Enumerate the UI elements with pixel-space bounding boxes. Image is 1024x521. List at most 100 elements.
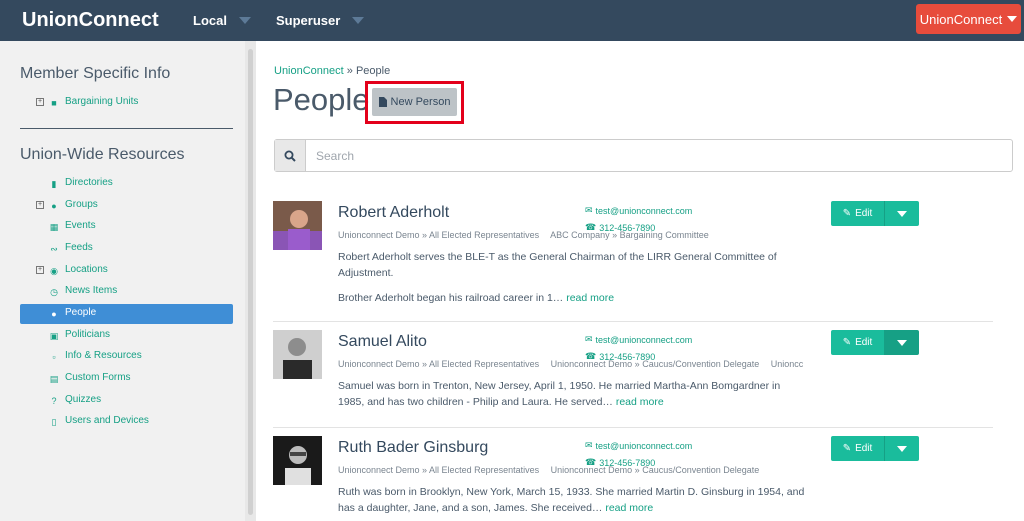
brand-logo[interactable]: UnionConnect [22,9,159,32]
edit-button[interactable]: ✎ Edit [831,436,884,461]
sidebar-item-locations[interactable]: + ◉ Locations [20,261,233,281]
person-name[interactable]: Samuel Alito [338,333,427,351]
email-text: test@unionconnect.com [595,440,693,451]
person-divider [273,321,993,322]
description-text: Ruth was born in Brooklyn, New York, Mar… [338,486,805,514]
sidebar-item-label: News Items [65,285,118,296]
sidebar-item-info-resources[interactable]: ▫ Info & Resources [20,347,233,367]
sidebar-item-directories[interactable]: ▮ Directories [20,174,233,194]
nav-local-dropdown[interactable]: Local [193,13,251,28]
sidebar-item-events[interactable]: ▦ Events [20,217,233,237]
person-email[interactable]: ✉ test@unionconnect.com [585,440,692,451]
person-card: Ruth Bader Ginsburg Unionconnect Demo » … [273,436,993,521]
group-tag[interactable]: Unionconnect Demo » All Elected Represen… [338,359,539,369]
read-more-link[interactable]: read more [566,292,614,304]
sidebar-scrollbar-thumb[interactable] [248,49,253,515]
description-text: Brother Aderholt began his railroad care… [338,292,564,304]
expand-icon[interactable]: + [36,98,44,106]
person-email[interactable]: ✉ test@unionconnect.com [585,334,692,345]
rss-icon: ∾ [50,244,58,254]
sidebar-item-label: Quizzes [65,394,102,405]
group-tag[interactable]: Unioncc [771,359,804,369]
group-tag[interactable]: Unionconnect Demo » All Elected Represen… [338,230,539,240]
chevron-down-icon [352,17,365,24]
person-divider [273,427,993,428]
sidebar-item-custom-forms[interactable]: ▤ Custom Forms [20,369,233,389]
person-phone[interactable]: ☎ 312-456-7890 [585,222,655,233]
sidebar-item-people[interactable]: ● People [20,304,233,324]
avatar[interactable] [273,330,322,379]
phone-text: 312-456-7890 [599,222,656,233]
sidebar-item-groups[interactable]: + ● Groups [20,196,233,216]
person-card: Samuel Alito Unionconnect Demo » All Ele… [273,330,993,420]
breadcrumb-current: People [355,65,391,77]
sidebar-heading-member-info: Member Specific Info [20,65,171,82]
nav-local-label: Local [193,13,227,28]
edit-icon: ✎ [842,337,852,348]
email-text: test@unionconnect.com [595,205,693,216]
phone-text: 312-456-7890 [599,457,656,468]
expand-icon[interactable]: + [36,201,44,209]
avatar[interactable] [273,201,322,250]
person-description-more: Brother Aderholt began his railroad care… [338,290,808,306]
person-card: Robert Aderholt Unionconnect Demo » All … [273,201,993,316]
phone-icon: ☎ [585,222,597,232]
breadcrumb-separator: » [346,65,353,77]
page-title: People [273,82,370,117]
envelope-icon: ✉ [585,334,593,344]
envelope-icon: ✉ [585,205,593,215]
person-name[interactable]: Ruth Bader Ginsburg [338,439,488,457]
chevron-down-icon [897,445,907,452]
sidebar-item-label: Bargaining Units [65,96,139,107]
person-groups: Unionconnect Demo » All Elected Represen… [338,359,808,369]
unionconnect-menu-button[interactable]: UnionConnect [916,4,1021,34]
person-email[interactable]: ✉ test@unionconnect.com [585,205,692,216]
sidebar-item-bargaining-units[interactable]: + ■ Bargaining Units [20,93,233,113]
sidebar-item-feeds[interactable]: ∾ Feeds [20,239,233,259]
unionconnect-menu-label: UnionConnect [919,11,1003,27]
edit-button[interactable]: ✎ Edit [831,201,884,226]
breadcrumb-link-home[interactable]: UnionConnect [274,65,344,77]
actions-dropdown-button[interactable] [884,330,919,355]
avatar[interactable] [273,436,322,485]
person-phone[interactable]: ☎ 312-456-7890 [585,351,655,362]
nav-superuser-dropdown[interactable]: Superuser [276,13,365,28]
edit-button[interactable]: ✎ Edit [831,330,884,355]
search-button[interactable] [275,140,306,171]
question-icon: ? [51,396,57,406]
phone-icon: ☎ [585,351,597,361]
tablet-icon: ▯ [51,417,57,427]
read-more-link[interactable]: read more [616,396,664,408]
expand-icon[interactable]: + [36,266,44,274]
sidebar-item-users-devices[interactable]: ▯ Users and Devices [20,412,233,432]
person-phone[interactable]: ☎ 312-456-7890 [585,457,655,468]
new-person-button[interactable]: New Person [372,88,457,116]
person-name[interactable]: Robert Aderholt [338,204,449,222]
nav-superuser-label: Superuser [276,13,341,28]
sidebar-item-label: Feeds [65,242,93,253]
sidebar-item-label: Groups [65,199,98,210]
person-groups: Unionconnect Demo » All Elected Represen… [338,465,808,475]
chevron-down-icon [897,210,907,217]
sidebar-item-quizzes[interactable]: ? Quizzes [20,391,233,411]
edit-label: Edit [855,337,873,348]
email-text: test@unionconnect.com [595,334,693,345]
edit-label: Edit [855,208,873,219]
sidebar-item-news-items[interactable]: ◷ News Items [20,282,233,302]
sidebar-item-label: Custom Forms [65,372,131,383]
actions-dropdown-button[interactable] [884,201,919,226]
sidebar-item-label: Events [65,220,96,231]
sidebar-item-politicians[interactable]: ▣ Politicians [20,326,233,346]
actions-dropdown-button[interactable] [884,436,919,461]
id-card-icon: ▣ [49,331,59,341]
clock-icon: ◷ [50,287,58,297]
group-tag[interactable]: Unionconnect Demo » All Elected Represen… [338,465,539,475]
top-navbar: UnionConnect Local Superuser UnionConnec… [0,0,1024,41]
search-input[interactable] [307,140,1007,171]
edit-icon: ✎ [842,208,852,219]
book-icon: ▮ [51,179,57,189]
search-bar [274,139,1013,172]
read-more-link[interactable]: read more [605,502,653,514]
breadcrumb: UnionConnect » People [274,65,390,77]
sidebar-item-label: Directories [65,177,113,188]
